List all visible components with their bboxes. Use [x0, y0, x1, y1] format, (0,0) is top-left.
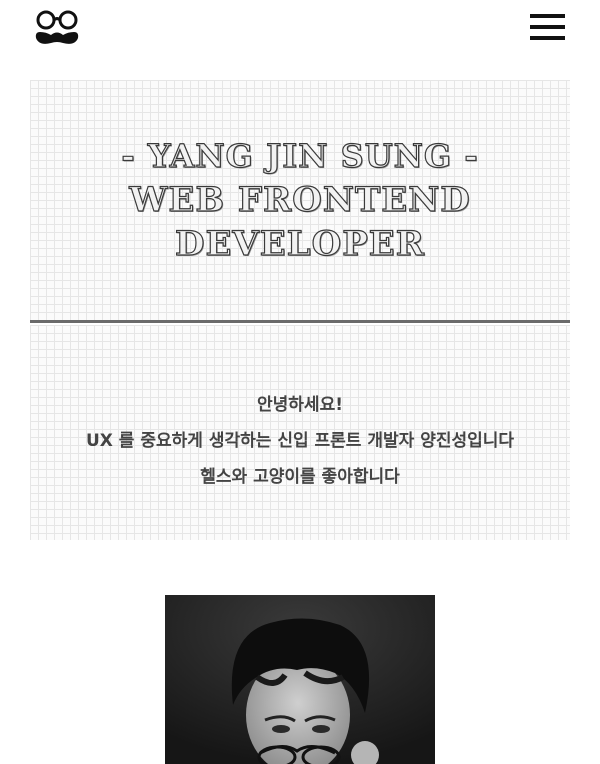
section-divider: [30, 320, 570, 323]
intro-text: 안녕하세요! UX 를 중요하게 생각하는 신입 프론트 개발자 양진성입니다 …: [30, 387, 570, 495]
hero-title: - YANG JIN SUNG - WEB FRONTEND DEVELOPER: [30, 134, 570, 266]
hero-role-line2: DEVELOPER: [174, 223, 425, 264]
menu-bar: [530, 25, 565, 29]
glasses-mustache-logo[interactable]: [33, 8, 83, 48]
profile-photo: [165, 595, 435, 764]
intro-greeting: 안녕하세요!: [257, 395, 343, 415]
hero-role-line1: WEB FRONTEND: [129, 179, 471, 220]
menu-bar: [530, 36, 565, 40]
intro-section: 안녕하세요! UX 를 중요하게 생각하는 신입 프론트 개발자 양진성입니다 …: [30, 325, 570, 540]
hamburger-menu-icon[interactable]: [530, 14, 565, 42]
profile-photo-illustration: [165, 595, 435, 764]
hero-name: - YANG JIN SUNG -: [121, 136, 479, 175]
top-bar: [0, 0, 600, 60]
hero-banner: - YANG JIN SUNG - WEB FRONTEND DEVELOPER: [30, 80, 570, 320]
menu-bar: [530, 14, 565, 18]
intro-description: UX 를 중요하게 생각하는 신입 프론트 개발자 양진성입니다: [85, 431, 515, 451]
intro-hobbies: 헬스와 고양이를 좋아합니다: [200, 467, 400, 487]
